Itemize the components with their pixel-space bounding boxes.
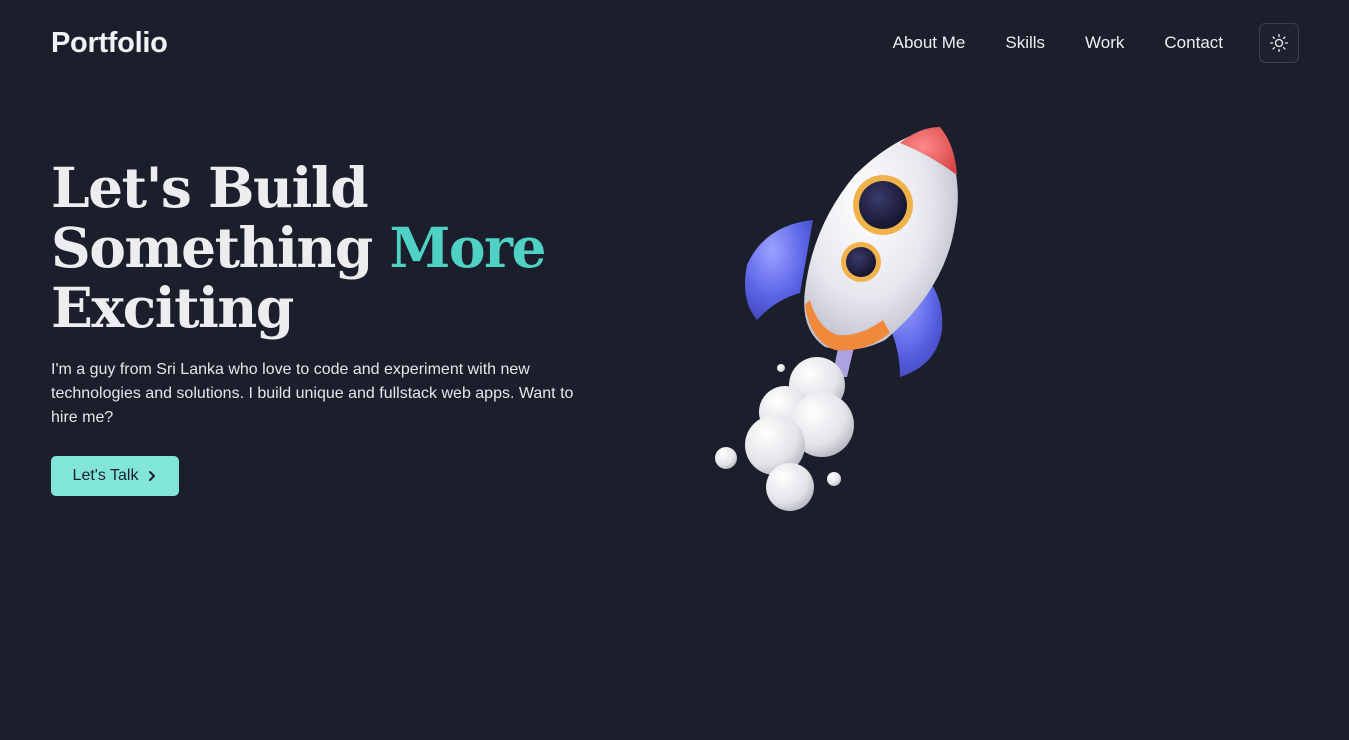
lets-talk-button[interactable]: Let's Talk (51, 456, 179, 496)
nav-menu: About Me Skills Work Contact (893, 23, 1299, 63)
logo[interactable]: Portfolio (51, 27, 168, 60)
rocket-illustration (715, 127, 958, 511)
hero-title-line1: Let's Build (51, 155, 369, 220)
nav-link-skills[interactable]: Skills (1005, 33, 1045, 53)
nav-link-work[interactable]: Work (1085, 33, 1124, 53)
portfolio-page: Portfolio About Me Skills Work Contact L… (0, 0, 1349, 740)
chevron-right-icon (147, 470, 157, 482)
sun-icon (1270, 34, 1288, 52)
nav-link-about[interactable]: About Me (893, 33, 966, 53)
hero-description: I'm a guy from Sri Lanka who love to cod… (51, 361, 574, 426)
nav-link-contact[interactable]: Contact (1164, 33, 1223, 53)
top-navbar: Portfolio About Me Skills Work Contact (51, 23, 1299, 63)
theme-toggle-button[interactable] (1259, 23, 1299, 63)
hero-title-accent: More (389, 215, 546, 280)
hero-title: Let's Build Something More Exciting (51, 158, 611, 338)
hero-section: Let's Build Something More Exciting I'm … (51, 158, 611, 430)
hero-title-line3: Exciting (51, 275, 294, 340)
lets-talk-label: Let's Talk (72, 467, 139, 484)
hero-title-line2: Something (51, 215, 373, 280)
